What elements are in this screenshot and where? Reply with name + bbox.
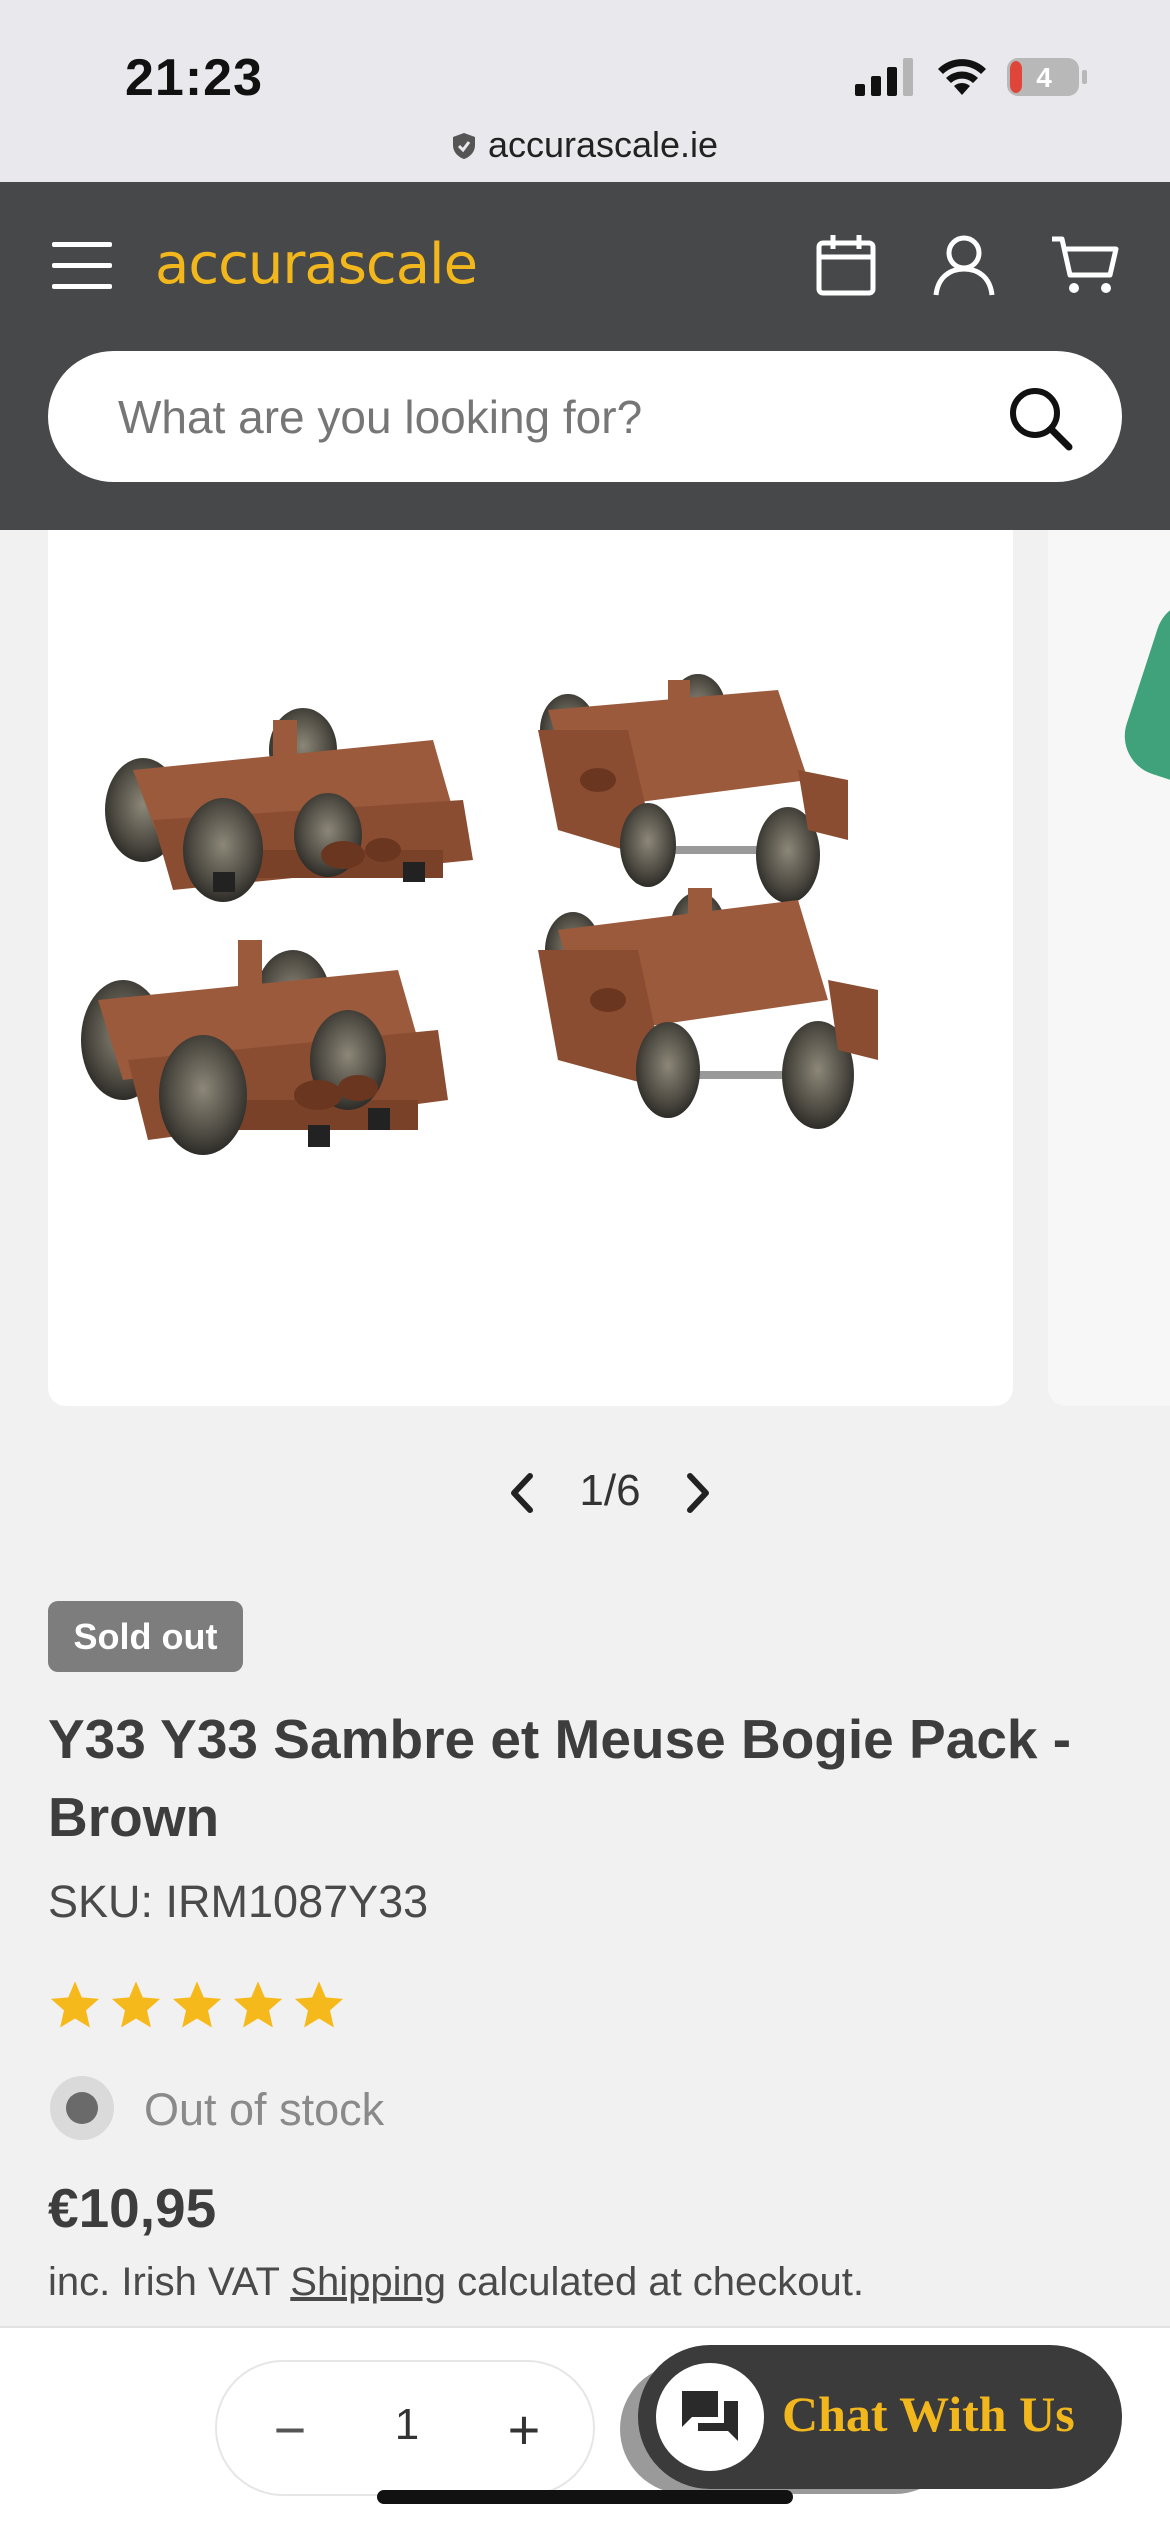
wifi-icon: [938, 59, 986, 95]
chat-icon-circle: [656, 2363, 764, 2471]
vat-suffix: calculated at checkout.: [445, 2260, 865, 2304]
address-bar[interactable]: accurascale.ie: [0, 124, 1170, 166]
increase-quantity-button[interactable]: +: [499, 2402, 549, 2458]
account-icon[interactable]: [932, 233, 996, 297]
sold-out-badge: Sold out: [48, 1601, 243, 1672]
next-image-shape: [1114, 590, 1170, 790]
search-input[interactable]: [118, 351, 998, 482]
product-sku: SKU: IRM1087Y33: [48, 1876, 429, 1927]
page-indicator: 1/6: [579, 1466, 641, 1515]
calendar-icon[interactable]: [815, 233, 877, 297]
quantity-value[interactable]: 1: [367, 2400, 447, 2450]
star-icon: [233, 1981, 283, 2028]
url-text: accurascale.ie: [487, 124, 719, 165]
bogie-pack-photo: [81, 674, 878, 1155]
search-bar[interactable]: [48, 351, 1122, 482]
home-indicator[interactable]: [377, 2490, 793, 2504]
star-icon: [294, 1981, 344, 2028]
chat-button[interactable]: Chat With Us: [638, 2345, 1122, 2489]
shipping-link[interactable]: Shipping: [290, 2260, 446, 2304]
cart-icon[interactable]: [1050, 233, 1120, 297]
product-image[interactable]: [48, 530, 1013, 1406]
star-icon: [50, 1981, 100, 2028]
hamburger-menu-icon[interactable]: [50, 238, 114, 294]
star-icon: [111, 1981, 161, 2028]
stock-status: Out of stock: [144, 2084, 385, 2135]
product-title: Y33 Y33 Sambre et Meuse Bogie Pack - Bro…: [48, 1708, 1072, 1848]
chevron-right-icon[interactable]: [676, 1468, 720, 1518]
star-icon: [172, 1981, 222, 2028]
battery-level: 4: [1036, 62, 1052, 93]
chevron-left-icon[interactable]: [500, 1468, 544, 1518]
rating-stars[interactable]: [48, 1978, 353, 2032]
product-price: €10,95: [48, 2177, 217, 2239]
battery-icon: 4: [1006, 56, 1088, 98]
site-logo[interactable]: accurascale: [155, 232, 478, 297]
search-icon[interactable]: [1005, 383, 1075, 453]
chat-bubbles-icon: [682, 2391, 738, 2441]
decrease-quantity-button[interactable]: −: [265, 2402, 315, 2458]
stock-status-icon: [50, 2076, 114, 2140]
signal-icon: [855, 58, 913, 96]
next-image-preview[interactable]: [1048, 530, 1170, 1406]
status-time: 21:23: [125, 49, 263, 107]
gallery-pager: 1/6: [0, 1458, 1170, 1528]
privacy-shield-icon: [452, 133, 475, 159]
vat-prefix: inc. Irish VAT: [48, 2260, 291, 2304]
status-bar: 21:23 4 accurascale.ie: [0, 0, 1170, 182]
vat-note: inc. Irish VAT Shipping calculated at ch…: [48, 2260, 864, 2305]
quantity-stepper: − 1 +: [215, 2360, 595, 2496]
chat-label: Chat With Us: [782, 2386, 1075, 2442]
